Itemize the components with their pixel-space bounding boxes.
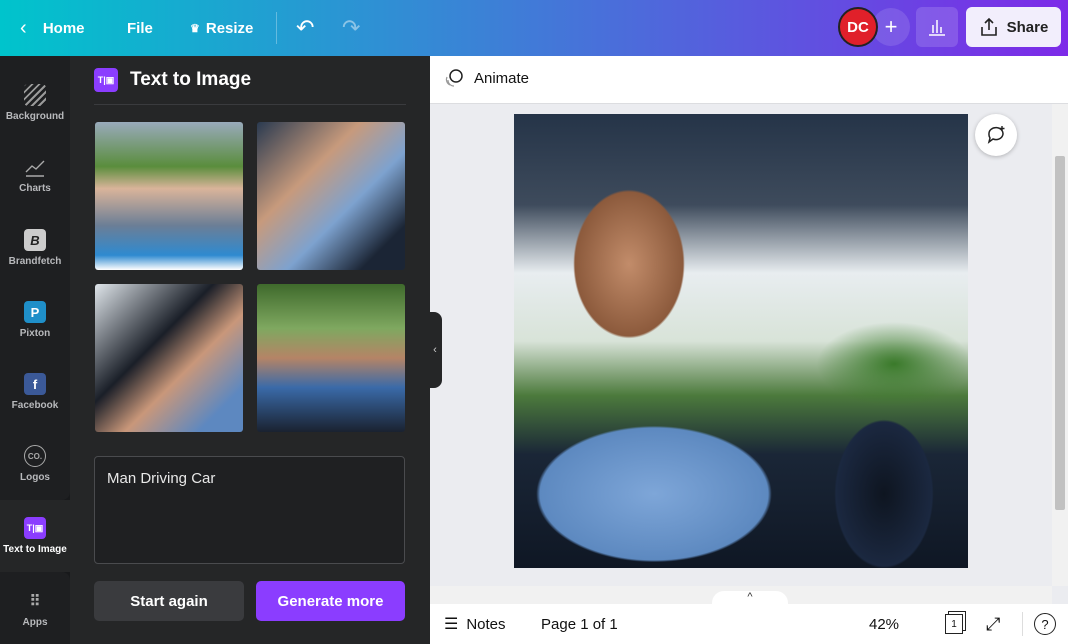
charts-icon (25, 160, 45, 177)
page-indicator: Page 1 of 1 (541, 615, 618, 633)
logos-icon: CO. (24, 445, 46, 467)
panel-header: T|▣ Text to Image (94, 68, 251, 92)
rail-item-logos[interactable]: CO. Logos (0, 431, 70, 497)
divider (94, 104, 406, 105)
notes-button[interactable]: ☰ Notes (444, 604, 506, 644)
generate-more-button[interactable]: Generate more (256, 581, 405, 621)
add-comment-button[interactable] (975, 114, 1017, 156)
bottom-bar: ☰ Notes Page 1 of 1 42% 1 ⤢ ? (430, 604, 1068, 644)
insights-button[interactable] (916, 7, 958, 47)
divider (276, 12, 277, 44)
pixton-icon: P (24, 301, 46, 323)
apps-icon: ⠿ (29, 593, 41, 610)
panel-title: Text to Image (130, 69, 252, 90)
rail-item-brandfetch[interactable]: B Brandfetch (0, 215, 70, 281)
comment-plus-icon (987, 126, 1005, 144)
help-button[interactable]: ? (1034, 604, 1056, 644)
redo-icon[interactable]: ↷ (342, 0, 360, 56)
divider (1022, 612, 1023, 636)
help-icon: ? (1034, 613, 1056, 635)
home-button[interactable]: ‹ Home (20, 0, 85, 56)
share-button[interactable]: Share (966, 7, 1061, 47)
generated-image-4[interactable] (257, 284, 405, 432)
fullscreen-icon[interactable]: ⤢ (986, 604, 1000, 644)
animate-button[interactable]: Animate (444, 68, 529, 88)
avatar[interactable]: DC (838, 7, 878, 47)
facebook-icon: f (24, 373, 46, 395)
bar-chart-icon (929, 20, 945, 36)
animate-icon (445, 69, 463, 87)
upload-icon (980, 17, 997, 36)
scrollbar-thumb[interactable] (1055, 156, 1065, 510)
text-to-image-icon: T|▣ (94, 68, 118, 92)
chevron-left-icon: ‹ (433, 344, 437, 356)
pages-icon: 1 (945, 614, 963, 634)
chevron-left-icon: ‹ (20, 16, 27, 39)
page-grid-button[interactable]: 1 (945, 604, 963, 644)
start-again-button[interactable]: Start again (94, 581, 244, 621)
undo-icon[interactable]: ↶ (296, 0, 314, 56)
text-to-image-icon: T|▣ (24, 517, 46, 539)
rail-item-background[interactable]: Background (0, 70, 70, 136)
brandfetch-icon: B (24, 229, 46, 251)
top-bar: ‹ Home File ♛ Resize ↶ ↷ + DC Share (0, 0, 1068, 56)
collapse-panel-button[interactable]: ‹ (428, 312, 442, 388)
rail-item-facebook[interactable]: f Facebook (0, 359, 70, 425)
resize-button[interactable]: ♛ Resize (190, 0, 253, 56)
file-menu[interactable]: File (127, 0, 153, 56)
notes-icon: ☰ (444, 616, 459, 633)
generated-image-3[interactable] (95, 284, 243, 432)
prompt-input[interactable]: Man Driving Car (94, 456, 405, 564)
zoom-level[interactable]: 42% (869, 604, 899, 644)
generated-image-2[interactable] (257, 122, 405, 270)
rail-item-apps[interactable]: ⠿ Apps (0, 576, 70, 642)
rail-item-pixton[interactable]: P Pixton (0, 287, 70, 353)
background-icon (24, 84, 46, 106)
chevron-up-icon: ^ (747, 591, 753, 603)
rail-item-text-to-image[interactable]: T|▣ Text to Image (0, 500, 70, 572)
generated-image-1[interactable] (95, 122, 243, 270)
canvas-image[interactable] (514, 114, 968, 568)
crown-icon: ♛ (190, 22, 200, 35)
rail-item-charts[interactable]: Charts (0, 142, 70, 208)
